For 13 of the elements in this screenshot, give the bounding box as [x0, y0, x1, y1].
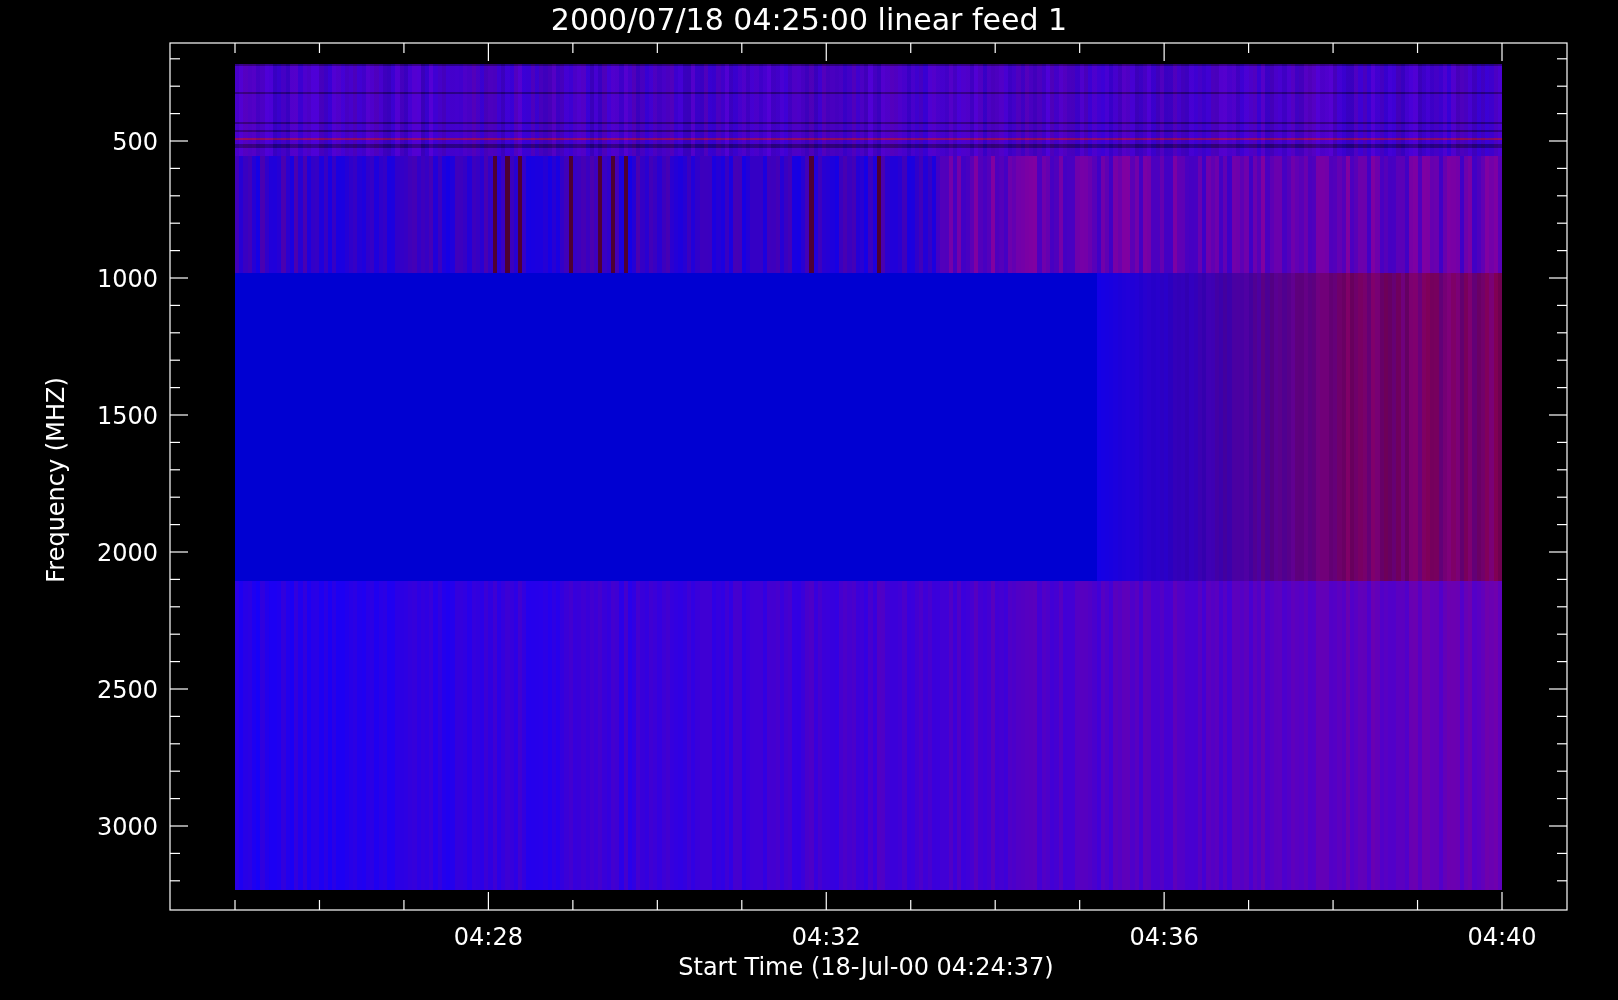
y-tick-label: 1500 [96, 402, 158, 430]
y-axis-label: Frequency (MHZ) [42, 377, 70, 583]
x-tick-label: 04:36 [1129, 923, 1199, 951]
x-tick-label: 04:32 [791, 923, 861, 951]
plot-title: 2000/07/18 04:25:00 linear feed 1 [550, 2, 1068, 37]
x-tick-label: 04:40 [1467, 923, 1537, 951]
x-axis-label: Start Time (18-Jul-00 04:24:37) [678, 953, 1054, 981]
y-tick-label: 1000 [96, 265, 158, 293]
y-tick-label: 2500 [96, 676, 158, 704]
y-tick-label: 2000 [96, 539, 158, 567]
y-tick-label: 500 [112, 128, 158, 156]
x-tick-label: 04:28 [453, 923, 523, 951]
y-tick-label: 3000 [96, 813, 158, 841]
